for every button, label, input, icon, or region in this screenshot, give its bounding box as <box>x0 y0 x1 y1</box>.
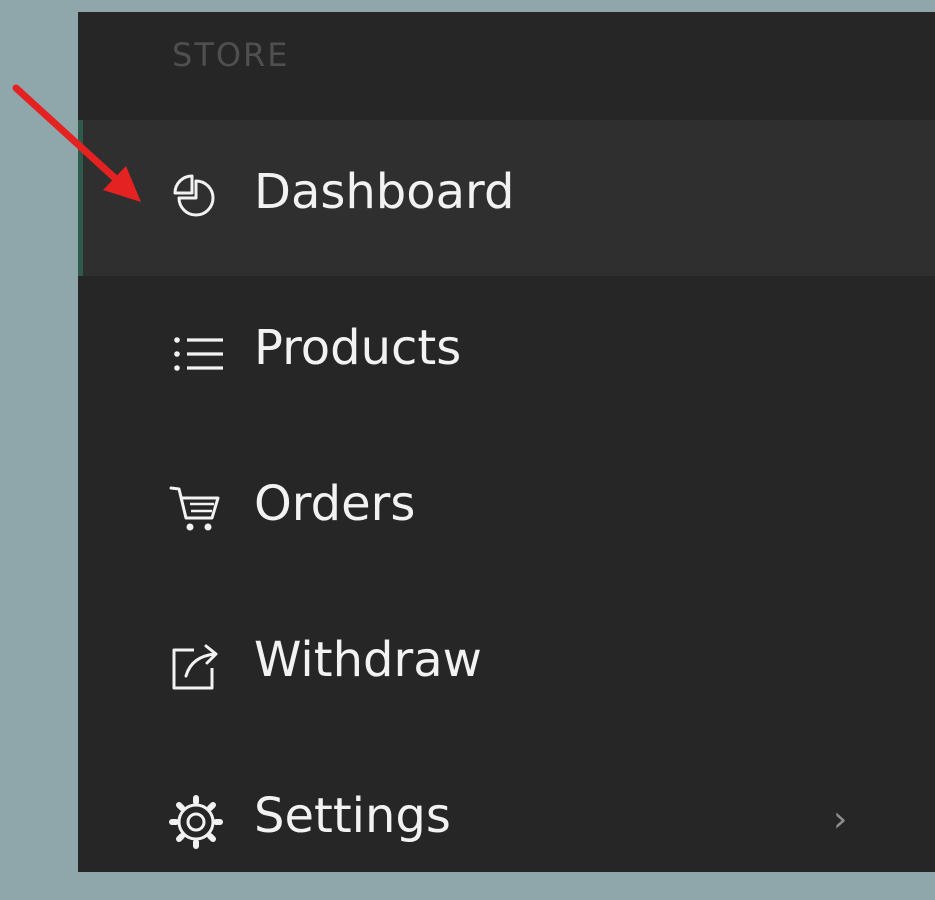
section-title: STORE <box>172 36 290 74</box>
sidebar-item-label: Dashboard <box>254 164 515 220</box>
sidebar-item-label: Settings <box>254 788 451 844</box>
sidebar-item-settings[interactable]: Settings › <box>78 744 935 900</box>
sidebar-item-label: Products <box>254 320 462 376</box>
sidebar-item-label: Orders <box>254 476 416 532</box>
store-sidebar: STORE Dashboard Products Orders Withdraw… <box>78 12 935 872</box>
sidebar-item-orders[interactable]: Orders <box>78 432 935 588</box>
external-link-icon <box>166 636 226 696</box>
pie-chart-icon <box>166 168 226 228</box>
gear-icon <box>166 792 226 852</box>
chevron-right-icon[interactable]: › <box>833 796 847 844</box>
sidebar-item-dashboard[interactable]: Dashboard <box>78 120 935 276</box>
active-indicator <box>78 120 83 276</box>
cart-icon <box>166 480 226 540</box>
sidebar-item-label: Withdraw <box>254 632 482 688</box>
sidebar-item-products[interactable]: Products <box>78 276 935 432</box>
list-icon <box>166 324 226 384</box>
sidebar-item-withdraw[interactable]: Withdraw <box>78 588 935 744</box>
